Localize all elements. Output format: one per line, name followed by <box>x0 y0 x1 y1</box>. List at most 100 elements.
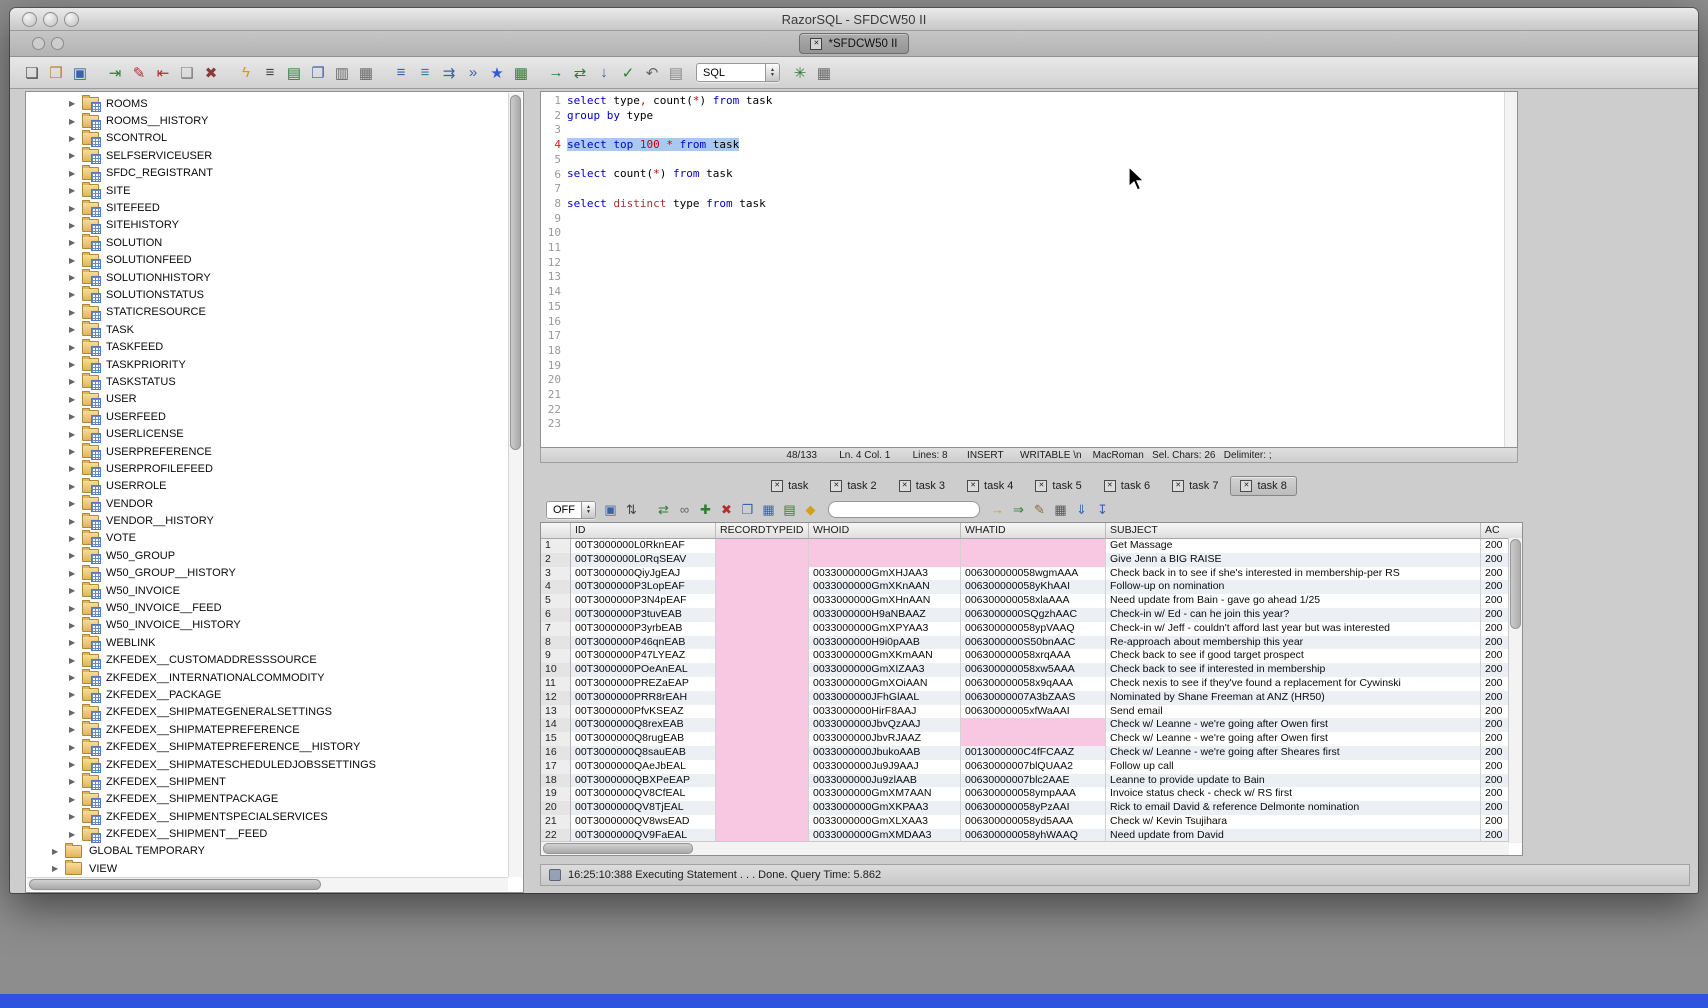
sql-line[interactable] <box>567 329 1517 344</box>
sql-line[interactable]: select type, count(*) from task <box>567 94 1517 109</box>
table-cell[interactable] <box>716 705 809 719</box>
tree-item-solutionfeed[interactable]: ▶SOLUTIONFEED <box>26 252 523 269</box>
table-cell[interactable]: 0033000000GmXHnAAN <box>809 594 961 608</box>
tree-item-sitefeed[interactable]: ▶SITEFEED <box>26 199 523 216</box>
result-tab-task-8[interactable]: ✕task 8 <box>1230 476 1296 496</box>
tree-item-zkfedex-shipmategeneralsettings[interactable]: ▶ZKFEDEX__SHIPMATEGENERALSETTINGS <box>26 704 523 721</box>
table-cell[interactable]: 0033000000H9aNBAAZ <box>809 608 961 622</box>
table-cell[interactable] <box>716 677 809 691</box>
horizontal-splitter[interactable] <box>540 463 1694 474</box>
form-view-icon[interactable]: ▤ <box>779 500 800 520</box>
table-cell[interactable]: Invoice status check - check w/ RS first <box>1106 787 1481 801</box>
table-cell[interactable] <box>716 815 809 829</box>
table-cell[interactable] <box>716 732 809 746</box>
search-next-icon[interactable]: → <box>987 500 1008 520</box>
copy-results-icon[interactable]: ❐ <box>306 62 330 84</box>
panel-splitter[interactable] <box>524 91 532 893</box>
disclosure-triangle-icon[interactable]: ▶ <box>69 273 82 282</box>
session-log-icon[interactable]: ▤ <box>664 62 688 84</box>
table-cell[interactable]: 00T3000000Q8rexEAB <box>571 718 716 732</box>
minimize-window-button[interactable] <box>43 12 58 27</box>
table-describe-icon[interactable]: ▦ <box>758 500 779 520</box>
grid-view-icon[interactable]: ▦ <box>509 62 533 84</box>
table-cell[interactable]: 00T3000000Q8rugEAB <box>571 732 716 746</box>
tree-item-w50-group[interactable]: ▶W50_GROUP <box>26 547 523 564</box>
column-header-ac[interactable]: AC <box>1481 523 1522 538</box>
table-cell[interactable]: Check back to see if interested in membe… <box>1106 663 1481 677</box>
disclosure-triangle-icon[interactable]: ▶ <box>69 482 82 491</box>
disclosure-triangle-icon[interactable]: ▶ <box>69 743 82 752</box>
new-window-icon[interactable]: ❑ <box>175 62 199 84</box>
table-cell[interactable]: Check-in w/ Ed - can he join this year? <box>1106 608 1481 622</box>
column-header-subject[interactable]: SUBJECT <box>1106 523 1481 538</box>
tree-item-zkfedex-shipmentpackage[interactable]: ▶ZKFEDEX__SHIPMENTPACKAGE <box>26 791 523 808</box>
result-tab-task-4[interactable]: ✕task 4 <box>957 476 1023 496</box>
tree-item-zkfedex-internationalcommodity[interactable]: ▶ZKFEDEX__INTERNATIONALCOMMODITY <box>26 669 523 686</box>
connect-icon[interactable]: ⇥ <box>103 62 127 84</box>
disclosure-triangle-icon[interactable]: ▶ <box>69 812 82 821</box>
sql-editor[interactable]: 1234567891011121314151617181920212223 se… <box>540 91 1518 448</box>
table-cell[interactable]: 0033000000JbukoAAB <box>809 746 961 760</box>
disclosure-triangle-icon[interactable]: ▶ <box>69 621 82 630</box>
tree-item-user[interactable]: ▶USER <box>26 391 523 408</box>
table-cell[interactable]: 0033000000JFhGlAAL <box>809 691 961 705</box>
table-cell[interactable]: 00T3000000P3tuvEAB <box>571 608 716 622</box>
tree-item-vote[interactable]: ▶VOTE <box>26 530 523 547</box>
disclosure-triangle-icon[interactable]: ▶ <box>69 499 82 508</box>
favorites-icon[interactable]: ★ <box>485 62 509 84</box>
disclosure-triangle-icon[interactable]: ▶ <box>69 169 82 178</box>
result-tab-task-2[interactable]: ✕task 2 <box>820 476 886 496</box>
open-file-icon[interactable]: ❒ <box>44 62 68 84</box>
tree-item-userfeed[interactable]: ▶USERFEED <box>26 408 523 425</box>
export-results-icon[interactable]: ▤ <box>282 62 306 84</box>
table-cell[interactable]: 00T3000000P47LYEAZ <box>571 649 716 663</box>
disclosure-triangle-icon[interactable]: ▶ <box>69 151 82 160</box>
table-cell[interactable] <box>716 567 809 581</box>
scrollbar-thumb[interactable] <box>510 95 521 450</box>
close-window-button[interactable] <box>22 12 37 27</box>
table-cell[interactable] <box>716 539 809 553</box>
table-cell[interactable] <box>716 746 809 760</box>
table-cell[interactable]: 006300000058xlaAAA <box>961 594 1106 608</box>
export-table-icon[interactable]: ⇓ <box>1071 500 1092 520</box>
delete-row-icon[interactable]: ✖ <box>716 500 737 520</box>
sql-line[interactable] <box>567 256 1517 271</box>
table-cell[interactable]: 006300000058xrqAAA <box>961 649 1106 663</box>
tree-item-site[interactable]: ▶SITE <box>26 182 523 199</box>
disclosure-triangle-icon[interactable]: ▶ <box>69 604 82 613</box>
table-cell[interactable]: 0033000000JbvQzAAJ <box>809 718 961 732</box>
result-tab-task-6[interactable]: ✕task 6 <box>1094 476 1160 496</box>
table-cell[interactable]: 006300000058yd5AAA <box>961 815 1106 829</box>
table-cell[interactable] <box>716 718 809 732</box>
table-cell[interactable]: 006300000058xw5AAA <box>961 663 1106 677</box>
tree-item-zkfedex-shipmatepreference[interactable]: ▶ZKFEDEX__SHIPMATEPREFERENCE <box>26 721 523 738</box>
save-file-icon[interactable]: ▣ <box>68 62 92 84</box>
sql-line[interactable] <box>567 226 1517 241</box>
download-lob-icon[interactable]: ↧ <box>1092 500 1113 520</box>
sql-line[interactable]: select distinct type from task <box>567 197 1517 212</box>
stepper-icon[interactable]: ▲▼ <box>581 502 595 518</box>
tree-item-zkfedex-package[interactable]: ▶ZKFEDEX__PACKAGE <box>26 686 523 703</box>
tree-vertical-scrollbar[interactable] <box>508 93 522 877</box>
table-cell[interactable]: Check nexis to see if they've found a re… <box>1106 677 1481 691</box>
tree-item-zkfedex-shipment-feed[interactable]: ▶ZKFEDEX__SHIPMENT__FEED <box>26 825 523 842</box>
disclosure-triangle-icon[interactable]: ▶ <box>69 830 82 839</box>
sql-line[interactable]: group by type <box>567 109 1517 124</box>
sql-line[interactable] <box>567 123 1517 138</box>
tree-item-w50-invoice-history[interactable]: ▶W50_INVOICE__HISTORY <box>26 617 523 634</box>
auto-commit-select[interactable]: OFF ▲▼ <box>546 501 596 519</box>
tree-item-zkfedex-customaddresssource[interactable]: ▶ZKFEDEX__CUSTOMADDRESSSOURCE <box>26 652 523 669</box>
table-cell[interactable]: 00630000005xfWaAAI <box>961 705 1106 719</box>
disclosure-triangle-icon[interactable]: ▶ <box>69 134 82 143</box>
tree-item-sitehistory[interactable]: ▶SITEHISTORY <box>26 217 523 234</box>
table-cell[interactable]: 00630000007blc2AAE <box>961 774 1106 788</box>
search-all-icon[interactable]: ⇒ <box>1008 500 1029 520</box>
disclosure-triangle-icon[interactable]: ▶ <box>69 412 82 421</box>
disclosure-triangle-icon[interactable]: ▶ <box>69 377 82 386</box>
table-cell[interactable]: 0033000000H9i0pAAB <box>809 636 961 650</box>
sql-line[interactable] <box>567 314 1517 329</box>
tree-item-w50-invoice-feed[interactable]: ▶W50_INVOICE__FEED <box>26 599 523 616</box>
primary-key-icon[interactable]: ◆ <box>800 500 821 520</box>
align-right-icon[interactable]: ≡ <box>413 62 437 84</box>
tree-item-scontrol[interactable]: ▶SCONTROL <box>26 130 523 147</box>
